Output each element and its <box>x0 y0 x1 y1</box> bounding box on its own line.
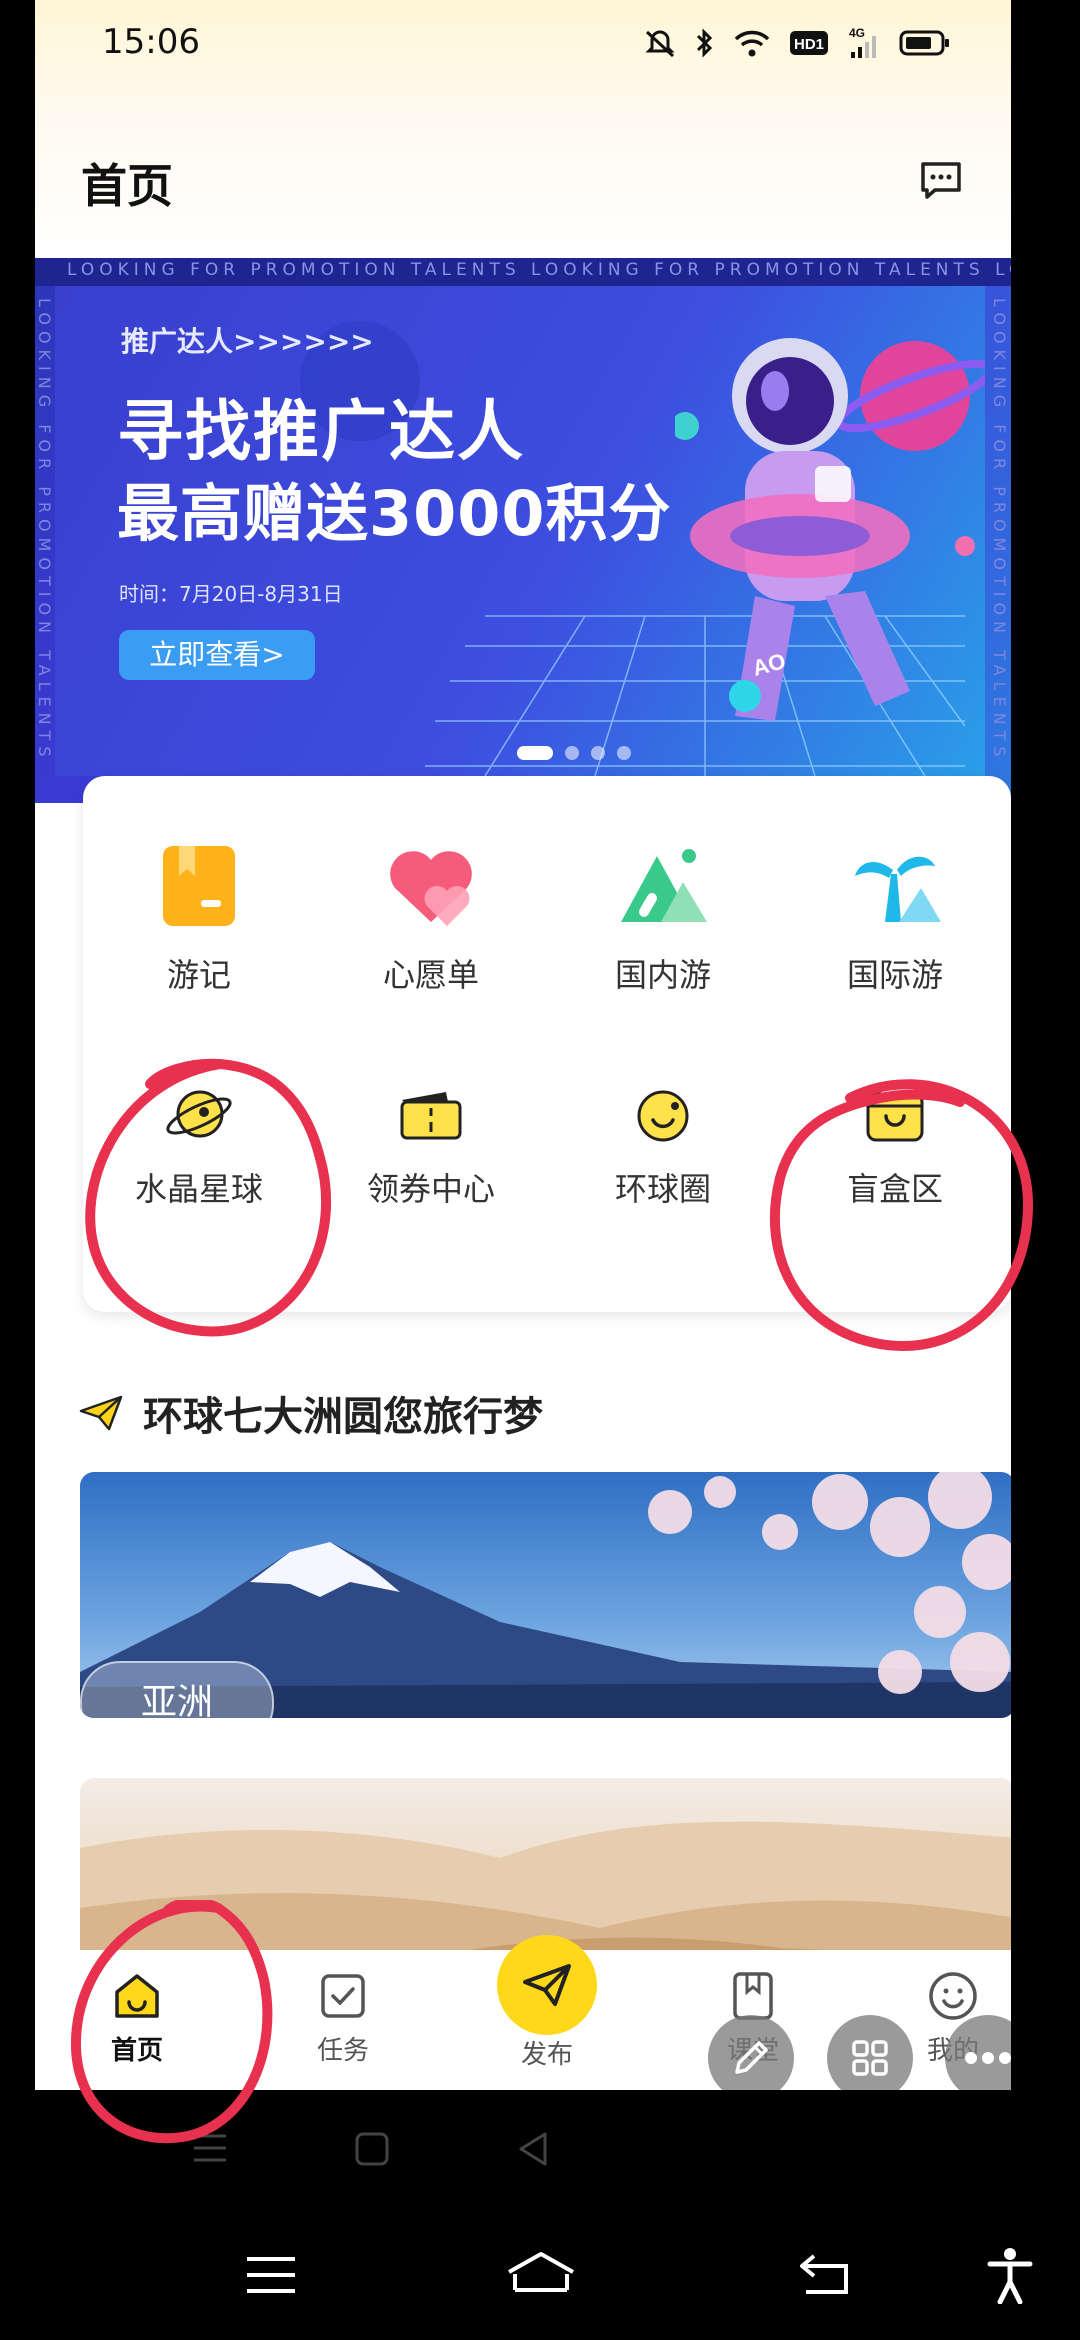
planet-icon <box>166 1090 232 1138</box>
battery-icon <box>899 30 949 56</box>
mute-bell-icon <box>645 30 675 58</box>
menu-item-label: 国际游 <box>846 956 943 994</box>
app-nav-bar <box>35 2090 1011 2210</box>
signal-icon: 4G <box>849 26 876 58</box>
destination-label: 亚洲 <box>80 1661 274 1718</box>
banner-headline-1: 寻找推广达人 <box>117 393 525 470</box>
publish-button[interactable] <box>497 1935 597 2035</box>
banner-ticker: LOOKING FOR PROMOTION TALENTS LOOKING FO… <box>67 260 1011 280</box>
status-icons: HD1 4G <box>643 26 951 60</box>
banner-side-text-left: LOOKING FOR PROMOTION TALENTS <box>35 298 54 763</box>
menu-item-international-travel[interactable]: 国际游 <box>779 836 1011 996</box>
pencil-icon <box>735 2041 768 2074</box>
menu-item-coupon-center[interactable]: 领券中心 <box>315 1066 547 1210</box>
heart-icon <box>390 851 472 926</box>
tab-tasks[interactable]: 任务 <box>283 1968 403 2067</box>
banner-pagination <box>517 746 631 760</box>
system-nav-bar <box>0 2210 1080 2340</box>
banner-dot[interactable] <box>591 746 605 760</box>
recent-apps-icon[interactable] <box>245 2255 297 2295</box>
home-nav-icon[interactable] <box>505 2250 577 2298</box>
section-title: 环球七大洲圆您旅行梦 <box>143 1394 543 1440</box>
more-dots-icon <box>965 2052 1011 2064</box>
home-icon <box>115 1974 159 2018</box>
back-triangle-icon[interactable] <box>515 2130 551 2168</box>
home-square-icon[interactable] <box>353 2130 391 2168</box>
menu-item-label: 水晶星球 <box>134 1170 263 1208</box>
banner-dot[interactable] <box>565 746 579 760</box>
tab-label: 首页 <box>110 2036 163 2066</box>
status-time: 15:06 <box>102 22 200 62</box>
banner-side-text-right: LOOKING FOR PROMOTION TALENTS <box>990 298 1009 763</box>
task-icon <box>321 1974 365 2018</box>
astronaut-illustration: AO <box>675 338 985 721</box>
paper-plane-icon <box>523 1964 571 2006</box>
tab-home[interactable]: 首页 <box>77 1968 197 2067</box>
menu-item-domestic-travel[interactable]: 国内游 <box>547 836 779 996</box>
smile-icon <box>929 1972 977 2020</box>
banner-tag: 推广达人>>>>>> <box>121 325 374 358</box>
coupon-icon <box>400 1092 462 1140</box>
menu-item-label: 心愿单 <box>382 956 479 994</box>
grid-icon <box>852 2040 888 2076</box>
blind-box-icon <box>866 1092 924 1142</box>
promo-banner[interactable]: LOOKING FOR PROMOTION TALENTS LOOKING FO… <box>35 258 1011 803</box>
menu-item-label: 游记 <box>166 956 231 994</box>
menu-item-wishlist[interactable]: 心愿单 <box>315 836 547 996</box>
paper-plane-icon <box>79 1395 123 1431</box>
wifi-icon <box>734 30 770 57</box>
palm-tree-icon <box>855 856 941 922</box>
menu-icon[interactable] <box>190 2130 230 2166</box>
back-nav-icon[interactable] <box>796 2252 856 2298</box>
menu-item-label: 盲盒区 <box>846 1170 943 1208</box>
globe-ring-icon <box>637 1090 689 1142</box>
svg-text:HD1: HD1 <box>794 36 824 53</box>
menu-item-label: 领券中心 <box>366 1170 495 1208</box>
svg-text:4G: 4G <box>849 26 865 40</box>
message-icon[interactable] <box>919 160 963 200</box>
banner-headline-2: 最高赠送3000积分 <box>117 477 672 550</box>
page-title: 首页 <box>81 159 173 213</box>
status-bar: 15:06 HD1 4G 首页 <box>35 0 1011 260</box>
destination-card-asia[interactable]: 亚洲 <box>80 1472 1011 1718</box>
banner-date: 时间：7月20日-8月31日 <box>119 582 343 606</box>
tab-label: 任务 <box>316 2036 369 2066</box>
banner-cta-button[interactable]: 立即查看> <box>119 630 315 680</box>
section-header: 环球七大洲圆您旅行梦 <box>79 1384 543 1442</box>
menu-item-label: 国内游 <box>614 956 711 994</box>
menu-item-travel-notes[interactable]: 游记 <box>83 836 315 996</box>
banner-dot-active[interactable] <box>517 746 553 760</box>
accessibility-icon[interactable] <box>986 2246 1034 2304</box>
tab-label: 发布 <box>520 2040 573 2070</box>
hd-icon: HD1 <box>790 31 828 55</box>
menu-item-crystal-planet[interactable]: 水晶星球 <box>83 1066 315 1210</box>
bluetooth-icon <box>696 28 713 58</box>
notebook-icon <box>163 846 235 926</box>
quick-menu-card: 游记 心愿单 国内游 国际游 水晶星球 领券中心 环球圈 盲盒区 <box>83 776 1011 1312</box>
mountain-icon <box>621 849 707 922</box>
menu-item-blind-box[interactable]: 盲盒区 <box>779 1066 1011 1210</box>
menu-item-global-circle[interactable]: 环球圈 <box>547 1066 779 1210</box>
app-screen: 15:06 HD1 4G 首页 LOOKING FOR PROMOTION TA… <box>35 0 1011 2090</box>
menu-item-label: 环球圈 <box>614 1170 711 1208</box>
banner-dot[interactable] <box>617 746 631 760</box>
